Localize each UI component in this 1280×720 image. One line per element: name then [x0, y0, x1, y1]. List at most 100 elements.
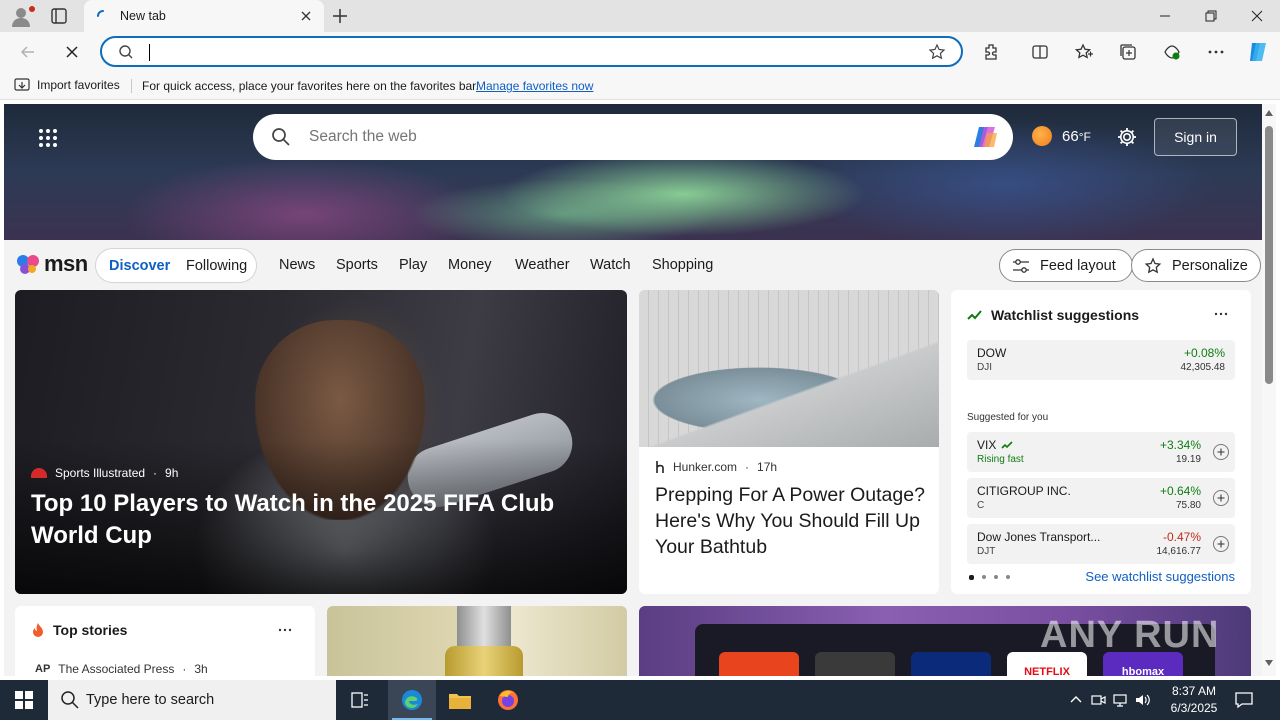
settings-gear-icon[interactable] — [1116, 126, 1138, 148]
story-source-name: Hunker.com — [673, 460, 738, 474]
close-window-button[interactable] — [1234, 0, 1280, 32]
stock-change: -0.47% — [1162, 530, 1201, 544]
nav-news[interactable]: News — [279, 257, 315, 273]
bathtub-image — [639, 290, 939, 447]
see-watchlist-link[interactable]: See watchlist suggestions — [1085, 569, 1235, 584]
nav-shopping[interactable]: Shopping — [652, 257, 713, 273]
extensions-icon[interactable] — [982, 42, 1002, 62]
top-story-source-name: The Associated Press — [58, 662, 175, 676]
stock-row-djt[interactable]: Dow Jones Transport... DJT -0.47% 14,616… — [967, 524, 1235, 564]
clock-time: 8:37 AM — [1171, 684, 1217, 698]
app-launcher-icon[interactable] — [38, 128, 58, 148]
hero-headline[interactable]: Top 10 Players to Watch in the 2025 FIFA… — [31, 488, 621, 552]
add-favorite-icon[interactable] — [928, 43, 946, 61]
tab-discover[interactable]: Discover — [109, 258, 170, 274]
feed-tab-group: Discover Following — [95, 248, 257, 283]
new-tab-icon[interactable] — [330, 6, 350, 26]
tab-actions-icon — [51, 8, 67, 24]
sign-in-button[interactable]: Sign in — [1154, 118, 1237, 156]
meet-now-icon[interactable] — [1090, 692, 1106, 708]
import-favorites-button[interactable]: Import favorites — [14, 78, 120, 92]
address-bar[interactable] — [100, 36, 963, 67]
address-input[interactable] — [146, 41, 906, 62]
manage-favorites-link[interactable]: Manage favorites now — [476, 79, 593, 93]
story-headline[interactable]: Prepping For A Power Outage? Here's Why … — [655, 482, 925, 560]
tab-actions-button[interactable] — [48, 5, 72, 27]
nav-weather[interactable]: Weather — [515, 257, 570, 273]
clock[interactable]: 8:37 AM 6/3/2025 — [1166, 683, 1222, 717]
copilot-icon[interactable] — [971, 123, 1001, 151]
chevron-up-icon[interactable] — [1068, 692, 1084, 708]
trend-up-icon — [967, 310, 982, 320]
more-options-icon[interactable] — [277, 622, 293, 638]
scroll-down-arrow-icon[interactable] — [1265, 660, 1273, 666]
stock-row-citigroup[interactable]: CITIGROUP INC. C +0.64% 75.80 — [967, 478, 1235, 518]
hero-source: Sports Illustrated · 9h — [31, 466, 178, 480]
weather-widget[interactable]: 66°F — [1032, 126, 1091, 146]
web-search-box[interactable] — [253, 114, 1013, 160]
feed-layout-label: Feed layout — [1040, 257, 1116, 274]
tab-new-tab[interactable]: New tab — [84, 0, 324, 32]
ap-logo-icon: AP — [35, 663, 51, 675]
favorites-icon[interactable] — [1074, 42, 1094, 62]
volume-icon[interactable] — [1134, 692, 1152, 708]
split-screen-icon[interactable] — [1030, 42, 1050, 62]
msn-logo[interactable]: msn — [16, 251, 88, 277]
story-card[interactable]: Hunker.com · 17h Prepping For A Power Ou… — [639, 290, 939, 594]
temperature: 66 — [1062, 127, 1079, 145]
add-to-watchlist-icon[interactable] — [1213, 444, 1229, 460]
more-options-icon[interactable] — [1206, 42, 1226, 62]
scroll-up-arrow-icon[interactable] — [1265, 110, 1273, 116]
tab-following[interactable]: Following — [186, 258, 247, 274]
nav-sports[interactable]: Sports — [336, 257, 378, 273]
stock-price: 19.19 — [1175, 454, 1201, 465]
add-to-watchlist-icon[interactable] — [1213, 490, 1229, 506]
start-button[interactable] — [0, 680, 48, 720]
file-explorer-button[interactable] — [436, 680, 484, 720]
notifications-icon[interactable] — [1234, 690, 1254, 710]
carousel-dots[interactable] — [969, 575, 1010, 580]
browser-toolbar — [0, 32, 1280, 72]
anyrun-watermark: ANY RUN — [1040, 614, 1220, 656]
collections-icon[interactable] — [1118, 42, 1138, 62]
nav-play[interactable]: Play — [399, 257, 427, 273]
import-icon — [14, 78, 30, 91]
browser-essentials-icon[interactable] — [1162, 42, 1182, 62]
hero-story-card[interactable]: Sports Illustrated · 9h Top 10 Players t… — [15, 290, 627, 594]
profile-button[interactable] — [10, 5, 35, 27]
network-icon[interactable] — [1112, 692, 1128, 708]
stock-name: Dow Jones Transport... — [977, 530, 1101, 544]
minimize-icon — [1160, 15, 1170, 17]
sunny-icon — [1032, 126, 1052, 146]
perfume-story-card[interactable] — [327, 606, 627, 676]
import-favorites-label: Import favorites — [37, 78, 120, 92]
close-tab-icon[interactable] — [298, 8, 314, 24]
nav-money[interactable]: Money — [448, 257, 492, 273]
scroll-thumb[interactable] — [1265, 126, 1273, 384]
stop-loading-icon[interactable] — [62, 42, 82, 62]
page-scrollbar[interactable] — [1262, 104, 1276, 676]
search-icon — [61, 691, 79, 709]
stock-price: 14,616.77 — [1156, 546, 1202, 557]
feed-layout-button[interactable]: Feed layout — [999, 249, 1133, 282]
copilot-icon[interactable] — [1246, 40, 1270, 64]
restore-icon — [1205, 10, 1217, 22]
stock-row-vix[interactable]: VIX Rising fast +3.34% 19.19 — [967, 432, 1235, 472]
stock-price: 75.80 — [1175, 500, 1201, 511]
apple-tv-tile — [815, 652, 895, 676]
taskbar-search-box[interactable]: Type here to search — [48, 680, 336, 720]
nav-watch[interactable]: Watch — [590, 257, 631, 273]
web-search-input[interactable] — [309, 128, 909, 146]
personalize-button[interactable]: Personalize — [1131, 249, 1261, 282]
text-cursor — [149, 44, 150, 61]
stock-row-dow[interactable]: DOW DJI +0.08% 42,305.48 — [967, 340, 1235, 380]
more-options-icon[interactable] — [1213, 306, 1229, 322]
minimize-button[interactable] — [1142, 0, 1188, 32]
firefox-taskbar-button[interactable] — [484, 680, 532, 720]
restore-button[interactable] — [1188, 0, 1234, 32]
edge-taskbar-button[interactable] — [388, 680, 436, 720]
back-icon[interactable] — [18, 42, 38, 62]
folder-icon — [449, 694, 471, 709]
task-view-button[interactable] — [336, 680, 384, 720]
add-to-watchlist-icon[interactable] — [1213, 536, 1229, 552]
